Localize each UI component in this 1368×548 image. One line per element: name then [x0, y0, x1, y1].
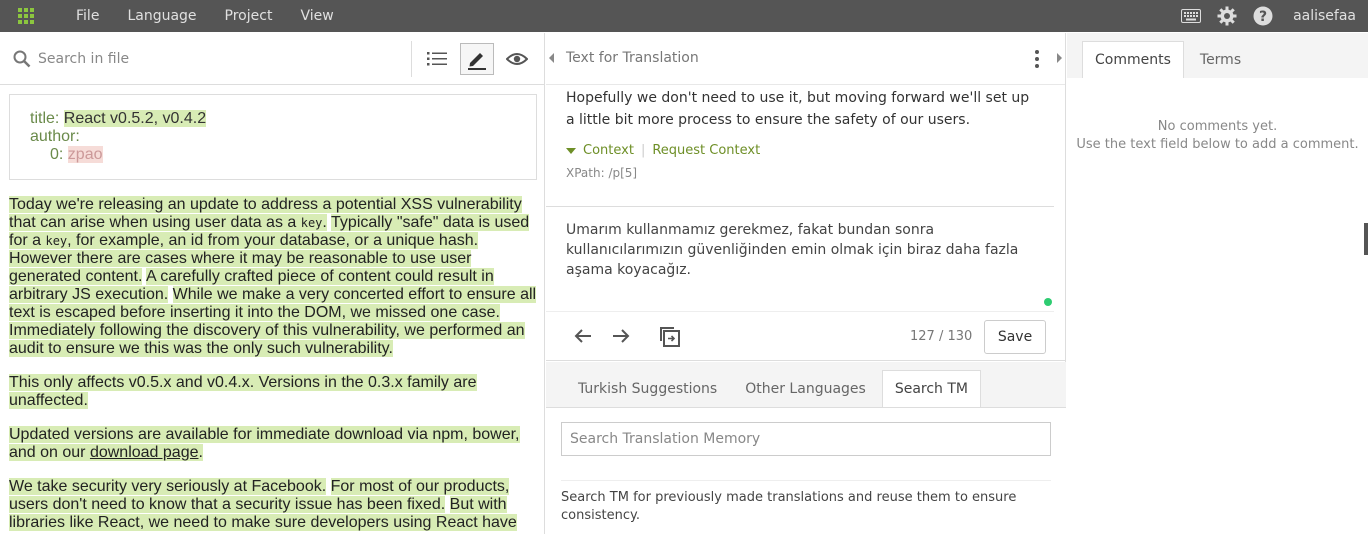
gear-icon[interactable]: [1217, 6, 1237, 26]
right-tabs: Comments Terms: [1067, 33, 1368, 78]
menu-file[interactable]: File: [62, 8, 113, 24]
top-right-tools: ? aalisefaa: [1181, 0, 1356, 32]
no-comments-message: No comments yet. Use the text field belo…: [1067, 118, 1368, 154]
arrow-right-icon[interactable]: [610, 325, 632, 351]
document-content: Today we're releasing an update to addre…: [9, 196, 539, 548]
more-options-icon[interactable]: [1035, 50, 1039, 72]
meta-title-key: title:: [30, 110, 60, 127]
search-tm-hint: Search TM for previously made translatio…: [561, 480, 1051, 525]
segment[interactable]: Updated versions are available for immed…: [9, 426, 520, 461]
paragraph-3: Updated versions are available for immed…: [9, 426, 539, 462]
segment[interactable]: This only affects v0.5.x and v0.4.x. Ver…: [9, 374, 477, 409]
apps-grid-icon[interactable]: [0, 0, 52, 32]
translation-panel: Text for Translation Hopefully we don't …: [546, 33, 1066, 534]
front-matter-box: title: React v0.5.2, v0.4.2 author: 0: z…: [9, 94, 537, 180]
source-text: Hopefully we don't need to use it, but m…: [566, 90, 1030, 128]
menu-project[interactable]: Project: [211, 8, 287, 24]
character-count: 127 / 130: [910, 329, 973, 344]
context-toggle[interactable]: Context: [583, 143, 634, 158]
collapse-left-icon[interactable]: [549, 53, 554, 63]
file-search-bar: [0, 33, 544, 85]
meta-author-value[interactable]: zpao: [67, 146, 103, 163]
no-comments-line-1: No comments yet.: [1157, 119, 1278, 134]
preview-eye-icon[interactable]: [500, 43, 534, 75]
scrollbar[interactable]: [1364, 223, 1368, 255]
no-comments-line-2: Use the text field below to add a commen…: [1076, 137, 1359, 152]
translation-text[interactable]: Umarım kullanmamız gerekmez, fakat bunda…: [566, 220, 1034, 280]
search-in-file-input[interactable]: [38, 46, 398, 72]
source-segment: Hopefully we don't need to use it, but m…: [546, 85, 1054, 207]
arrow-left-icon[interactable]: [572, 325, 594, 351]
meta-author-index: 0:: [50, 146, 64, 163]
caret-down-icon[interactable]: [566, 147, 576, 154]
download-page-link[interactable]: download page: [90, 444, 199, 461]
top-bar: File Language Project View ? aalisefaa: [0, 0, 1368, 32]
main-menu: File Language Project View: [62, 0, 348, 32]
keyboard-icon[interactable]: [1181, 9, 1202, 23]
status-dot-icon: [1044, 298, 1052, 306]
tab-comments[interactable]: Comments: [1082, 41, 1184, 78]
xpath-label: XPath: /p[5]: [566, 166, 638, 180]
translation-header: Text for Translation: [546, 33, 1065, 85]
context-row: Context | Request Context: [566, 143, 1034, 158]
segment[interactable]: Immediately following the discovery of t…: [9, 322, 525, 357]
panel-title: Text for Translation: [566, 50, 699, 66]
meta-author-key: author:: [30, 128, 80, 145]
separator: |: [640, 143, 646, 158]
save-button[interactable]: Save: [984, 320, 1046, 354]
list-view-icon[interactable]: [420, 43, 454, 75]
helpers-section: Turkish Suggestions Other Languages Sear…: [546, 362, 1066, 534]
paragraph-2: This only affects v0.5.x and v0.4.x. Ver…: [9, 374, 539, 410]
paragraph-1: Today we're releasing an update to addre…: [9, 196, 539, 358]
search-icon: [13, 50, 31, 72]
svg-text:?: ?: [1259, 9, 1267, 25]
translation-editor[interactable]: Umarım kullanmamız gerekmez, fakat bunda…: [546, 208, 1054, 312]
paragraph-4: We take security very seriously at Faceb…: [9, 478, 539, 532]
editor-actions: 127 / 130 Save: [546, 313, 1066, 361]
tab-other-languages[interactable]: Other Languages: [733, 370, 878, 407]
meta-title-value[interactable]: React v0.5.2, v0.4.2: [63, 110, 207, 127]
copy-source-icon[interactable]: [658, 325, 682, 353]
document-panel: title: React v0.5.2, v0.4.2 author: 0: z…: [0, 33, 545, 534]
collapse-right-icon[interactable]: [1057, 53, 1062, 63]
tab-terms[interactable]: Terms: [1188, 41, 1253, 78]
comments-panel: Comments Terms No comments yet. Use the …: [1067, 33, 1368, 534]
search-tm-input[interactable]: [561, 422, 1051, 456]
tab-search-tm[interactable]: Search TM: [881, 370, 982, 407]
user-name[interactable]: aalisefaa: [1293, 8, 1356, 24]
request-context-link[interactable]: Request Context: [652, 143, 760, 158]
help-icon[interactable]: ?: [1253, 6, 1273, 26]
edit-view-icon[interactable]: [460, 43, 494, 75]
segment[interactable]: We take security very seriously at Faceb…: [9, 478, 327, 495]
helper-tabs: Turkish Suggestions Other Languages Sear…: [546, 362, 1066, 407]
search-tm-body: Search TM for previously made translatio…: [546, 407, 1066, 534]
menu-language[interactable]: Language: [113, 8, 210, 24]
tab-turkish-suggestions[interactable]: Turkish Suggestions: [566, 370, 729, 407]
view-mode-buttons: [411, 41, 534, 77]
menu-view[interactable]: View: [286, 8, 347, 24]
